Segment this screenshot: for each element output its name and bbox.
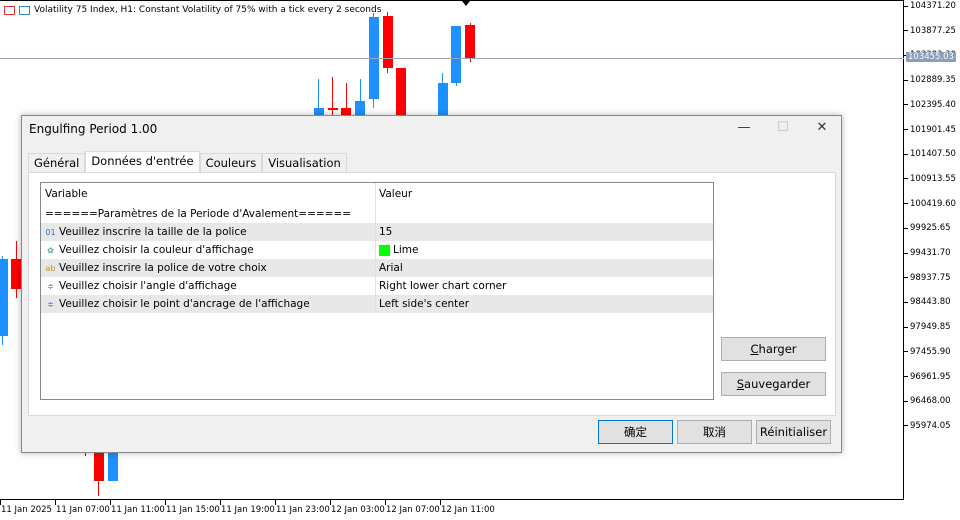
header-value[interactable]: Valeur [376, 188, 412, 200]
chart-list-icon[interactable] [4, 5, 15, 15]
price-tick: 102395.40 [904, 100, 956, 110]
param-type-icon: 01 [45, 227, 56, 237]
candle-body [327, 108, 338, 110]
time-tick: 11 Jan 2025 [0, 500, 52, 515]
variable-cell: 01 Veuillez inscrire la taille de la poli… [41, 223, 376, 241]
variable-cell: ≑ Veuillez choisir l'angle d'affichage [41, 277, 376, 295]
candle-body [0, 259, 8, 336]
candle-body [382, 16, 393, 69]
table-header: Variable Valeur [41, 183, 713, 205]
variable-name: Veuillez choisir la couleur d'affichage [59, 244, 254, 256]
price-tick: 97455.90 [904, 347, 951, 357]
maximize-button[interactable]: ☐ [773, 120, 793, 136]
tab-visualization[interactable]: Visualisation [262, 153, 347, 173]
table-row[interactable]: ab Veuillez inscrire la police de votre c… [41, 259, 713, 277]
price-tick: 104371.20 [904, 1, 956, 11]
table-row[interactable]: 01 Veuillez inscrire la taille de la poli… [41, 223, 713, 241]
close-button[interactable]: ✕ [812, 120, 832, 136]
candle-body [11, 259, 22, 289]
variable-cell: ======Paramètres de la Periode d'Avaleme… [41, 205, 376, 223]
param-type-icon: ≑ [47, 281, 54, 291]
tab-bar: Général Données d'entrée Couleurs Visual… [28, 151, 347, 173]
load-button[interactable]: Charger [721, 337, 826, 361]
price-axis[interactable]: 104371.20103877.25103383.30102889.351023… [904, 0, 960, 500]
time-tick: 11 Jan 15:00 [165, 500, 220, 515]
price-tick: 97949.85 [904, 322, 951, 332]
time-axis[interactable]: 11 Jan 2025 11 Jan 07:00 11 Jan 11:00 11 Ja… [0, 500, 904, 520]
tab-inputs[interactable]: Données d'entrée [85, 151, 200, 173]
variable-name: Veuillez inscrire la taille de la police [59, 226, 247, 238]
current-price-line [0, 58, 904, 59]
price-tick: 102889.35 [904, 75, 956, 85]
price-tick: 95974.05 [904, 421, 951, 431]
table-row[interactable]: ======Paramètres de la Periode d'Avaleme… [41, 205, 713, 223]
candle-body [451, 25, 462, 83]
tab-general[interactable]: Général [28, 153, 86, 173]
period-marker-icon [462, 1, 470, 6]
chart-indicator-icon[interactable] [19, 5, 30, 15]
price-tick: 100419.60 [904, 199, 956, 209]
variable-cell: ab Veuillez inscrire la police de votre c… [41, 259, 376, 277]
time-tick: 11 Jan 07:00 [55, 500, 110, 515]
ok-button[interactable]: 确定 [598, 420, 673, 444]
inputs-panel: Variable Valeur ======Paramètres de la P… [28, 172, 836, 416]
value-cell[interactable]: Arial [376, 262, 403, 274]
time-tick: 11 Jan 19:00 [220, 500, 275, 515]
variable-name: Veuillez choisir l'angle d'affichage [59, 280, 237, 292]
price-tick: 99431.70 [904, 248, 951, 258]
price-tick: 98937.75 [904, 273, 951, 283]
value-cell[interactable]: Lime [376, 244, 418, 256]
current-price-label: 103455.03 [906, 52, 956, 62]
cancel-button[interactable]: 取消 [677, 420, 752, 444]
candle-body [107, 453, 118, 481]
price-tick: 101407.50 [904, 149, 956, 159]
price-tick: 96961.95 [904, 372, 951, 382]
chart-title: Volatility 75 Index, H1: Constant Volati… [4, 5, 381, 15]
candle-body [93, 453, 104, 481]
value-text: 15 [379, 226, 393, 238]
time-tick: 11 Jan 11:00 [110, 500, 165, 515]
value-cell[interactable]: Left side's center [376, 298, 469, 310]
candle-body [465, 24, 475, 58]
time-tick: 12 Jan 11:00 [440, 500, 495, 515]
variable-cell: ✿ Veuillez choisir la couleur d'affichage [41, 241, 376, 259]
dialog-title: Engulfing Period 1.00 [29, 122, 158, 136]
price-tick: 98443.80 [904, 297, 951, 307]
tab-colors[interactable]: Couleurs [199, 153, 263, 173]
header-variable[interactable]: Variable [41, 183, 376, 205]
reset-button[interactable]: Réinitialiser [756, 420, 831, 444]
inputs-table: Variable Valeur ======Paramètres de la P… [40, 182, 714, 400]
variable-name: Veuillez choisir le point d'ancrage de l… [59, 298, 310, 310]
indicator-properties-dialog: Engulfing Period 1.00 — ☐ ✕ Général Donn… [21, 115, 842, 453]
variable-name: ======Paramètres de la Periode d'Avaleme… [45, 208, 352, 220]
price-tick: 103877.25 [904, 26, 956, 36]
time-tick: 12 Jan 07:00 [385, 500, 440, 515]
param-type-icon: ✿ [47, 245, 54, 255]
value-text: Right lower chart corner [379, 280, 507, 292]
variable-cell: ≑ Veuillez choisir le point d'ancrage de … [41, 295, 376, 313]
value-text: Left side's center [379, 298, 470, 310]
table-row[interactable]: ✿ Veuillez choisir la couleur d'affichage… [41, 241, 713, 259]
value-cell[interactable]: 15 [376, 226, 392, 238]
table-row[interactable]: ≑ Veuillez choisir l'angle d'affichage Rig… [41, 277, 713, 295]
param-type-icon: ≑ [47, 299, 54, 309]
price-tick: 100913.55 [904, 174, 956, 184]
price-tick: 99925.65 [904, 223, 951, 233]
value-text: Arial [379, 262, 403, 274]
value-text: Lime [393, 244, 419, 256]
chart-title-text: Volatility 75 Index, H1: Constant Volati… [34, 5, 382, 15]
table-row[interactable]: ≑ Veuillez choisir le point d'ancrage de … [41, 295, 713, 313]
save-button[interactable]: Sauvegarder [721, 372, 826, 396]
time-tick: 11 Jan 23:00 [275, 500, 330, 515]
variable-name: Veuillez inscrire la police de votre cho… [59, 262, 267, 274]
minimize-button[interactable]: — [734, 120, 754, 136]
time-tick: 12 Jan 03:00 [330, 500, 385, 515]
price-tick: 96468.00 [904, 396, 951, 406]
value-cell[interactable]: Right lower chart corner [376, 280, 506, 292]
price-tick: 101901.45 [904, 125, 956, 135]
color-swatch [379, 244, 390, 256]
param-type-icon: ab [45, 263, 56, 273]
